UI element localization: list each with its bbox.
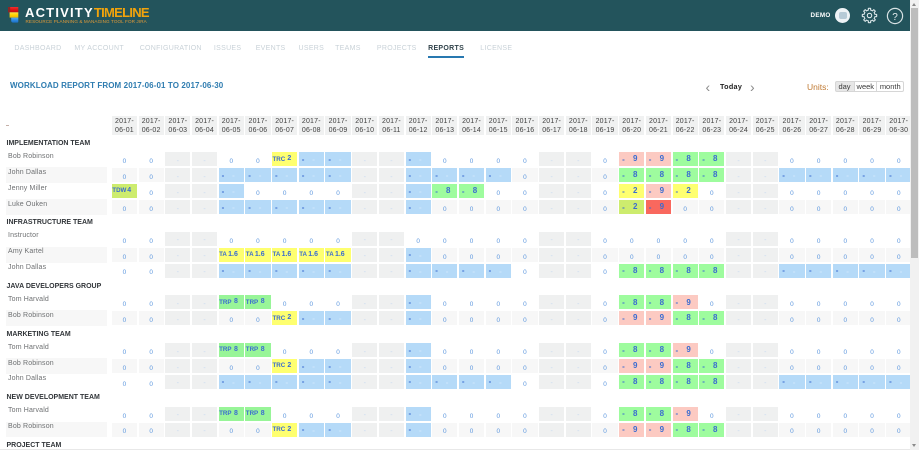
- svg-text:?: ?: [892, 12, 898, 23]
